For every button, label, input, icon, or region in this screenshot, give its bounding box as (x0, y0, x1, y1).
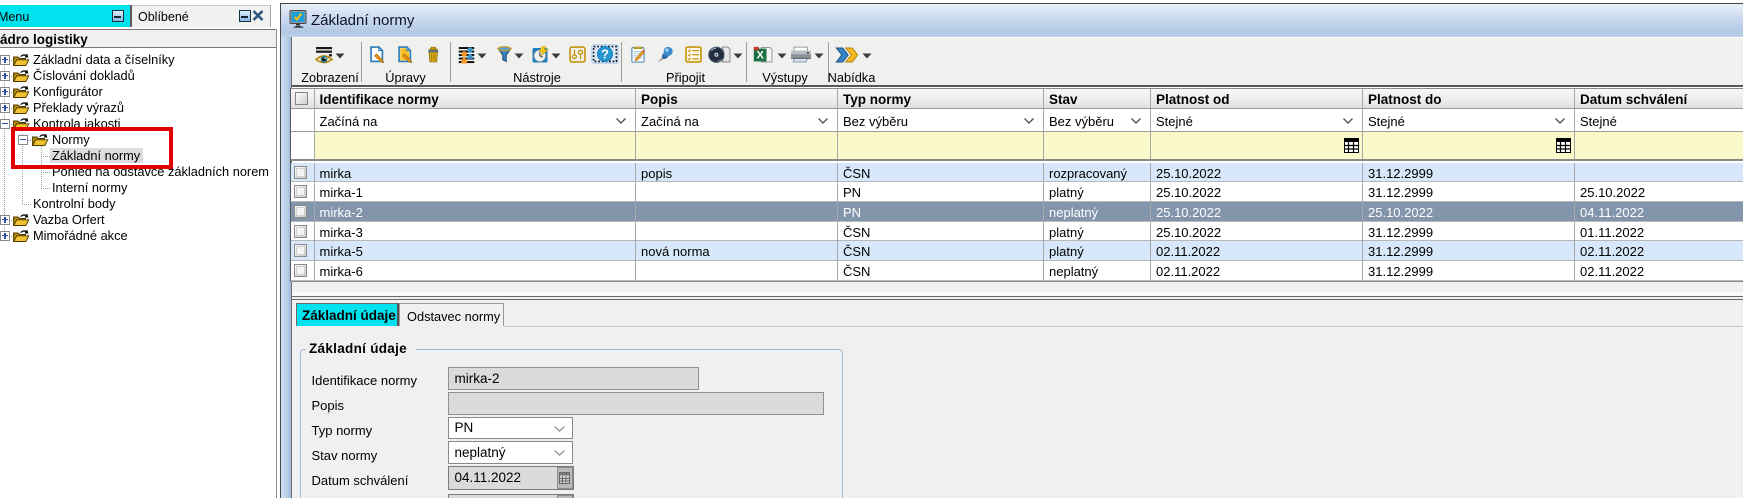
svg-text:?: ? (601, 46, 609, 61)
svg-text:X: X (757, 50, 765, 62)
